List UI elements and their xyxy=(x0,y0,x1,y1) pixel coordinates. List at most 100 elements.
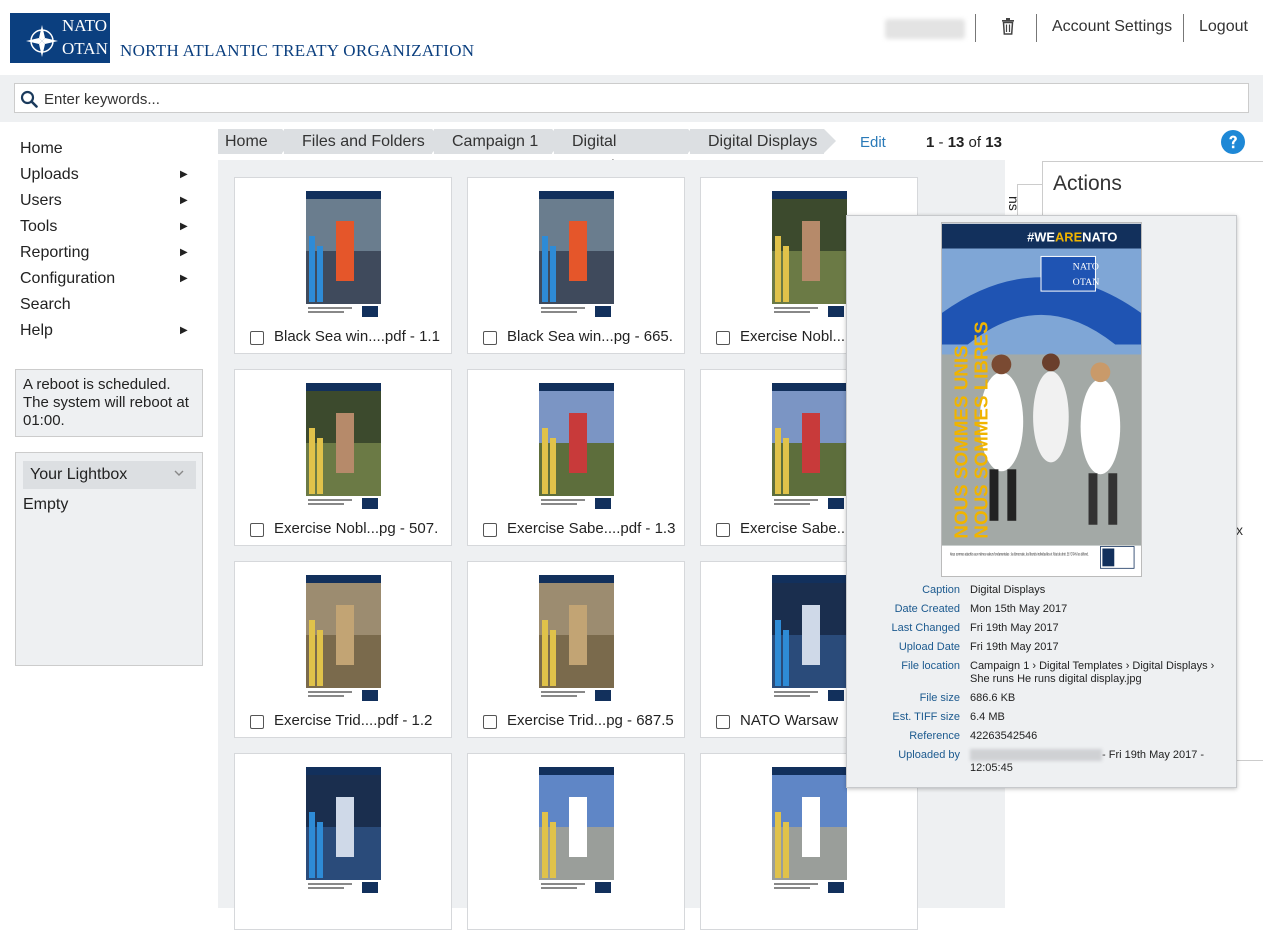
file-tile[interactable]: Black Sea win...pg - 665. xyxy=(467,177,685,354)
nato-logo[interactable]: NATO OTAN xyxy=(10,13,110,63)
thumbnail-shape xyxy=(539,383,614,391)
sidebar-item-reporting[interactable]: Reporting ▶ xyxy=(20,244,200,270)
thumbnail-shape xyxy=(306,383,381,391)
file-name[interactable]: Black Sea win...pg - 665. xyxy=(507,328,683,345)
search-icon[interactable] xyxy=(20,90,38,108)
metadata-key: Est. TIFF size xyxy=(892,711,960,723)
thumbnail-shape xyxy=(336,413,354,473)
file-thumbnail[interactable] xyxy=(772,383,847,513)
trash-icon[interactable] xyxy=(1000,17,1016,35)
thumbnail-shape xyxy=(308,499,352,501)
thumbnail-shape xyxy=(828,882,844,893)
file-name[interactable]: Exercise Sabe....pdf - 1.3 xyxy=(507,520,683,537)
thumbnail-shape xyxy=(595,498,611,509)
preview-body-text: Nous sommes attachés aux mêmes valeurs f… xyxy=(950,551,1089,556)
file-thumbnail[interactable] xyxy=(539,191,614,321)
pager-sep: - xyxy=(938,134,944,151)
file-name[interactable]: Exercise Trid...pg - 687.5 xyxy=(507,712,683,729)
help-icon[interactable] xyxy=(1221,130,1245,154)
thumbnail-shape xyxy=(772,191,847,199)
file-thumbnail[interactable] xyxy=(539,575,614,705)
file-select-checkbox[interactable] xyxy=(716,331,730,345)
file-tile[interactable]: Exercise Trid....pdf - 1.2 xyxy=(234,561,452,738)
file-thumbnail[interactable] xyxy=(772,191,847,321)
file-name[interactable]: Black Sea win....pdf - 1.1 xyxy=(274,328,450,345)
search-input[interactable] xyxy=(44,86,1234,112)
user-name[interactable] xyxy=(885,19,965,39)
file-name[interactable]: Exercise Nobl...pg - 507. xyxy=(274,520,450,537)
metadata-key: Upload Date xyxy=(898,641,960,653)
thumbnail-shape xyxy=(308,883,352,885)
file-tile[interactable]: Exercise Nobl...pg - 507. xyxy=(234,369,452,546)
metadata-value: Fri 19th May 2017 xyxy=(970,641,1059,653)
file-thumbnail[interactable] xyxy=(539,383,614,513)
file-tile[interactable]: Exercise Sabe....pdf - 1.3 xyxy=(467,369,685,546)
preview-slogan-2: NOUS SOMMES LIBRES xyxy=(971,321,992,538)
breadcrumb-item[interactable]: Digital Displays xyxy=(690,129,824,154)
breadcrumb-item[interactable]: Files and Folders xyxy=(284,129,432,154)
submenu-arrow-icon: ▶ xyxy=(180,273,188,284)
thumbnail-shape xyxy=(541,695,577,697)
sidebar-item-label: Configuration xyxy=(20,270,116,287)
metadata-value: Fri 19th May 2017 xyxy=(970,622,1059,634)
thumbnail-shape xyxy=(541,691,585,693)
logout-link[interactable]: Logout xyxy=(1199,18,1248,36)
thumbnail-shape xyxy=(542,428,548,494)
sidebar-item-configuration[interactable]: Configuration ▶ xyxy=(20,270,200,296)
thumbnail-shape xyxy=(362,690,378,701)
file-thumbnail[interactable] xyxy=(306,383,381,513)
uploader-name[interactable] xyxy=(970,749,1102,762)
thumbnail-shape xyxy=(539,767,614,775)
thumbnail-shape xyxy=(802,221,820,281)
thumbnail-shape xyxy=(317,630,323,686)
file-select-checkbox[interactable] xyxy=(716,523,730,537)
file-select-checkbox[interactable] xyxy=(483,523,497,537)
file-thumbnail[interactable] xyxy=(306,191,381,321)
breadcrumb-item[interactable]: Home xyxy=(218,129,282,154)
thumbnail-shape xyxy=(550,246,556,302)
file-thumbnail[interactable] xyxy=(539,767,614,897)
thumbnail-shape xyxy=(783,438,789,494)
thumbnail-shape xyxy=(774,887,810,889)
thumbnail-shape xyxy=(362,498,378,509)
file-select-checkbox[interactable] xyxy=(483,715,497,729)
sidebar-item-tools[interactable]: Tools ▶ xyxy=(20,218,200,244)
sidebar-item-search[interactable]: Search xyxy=(20,296,200,322)
file-thumbnail[interactable] xyxy=(772,767,847,897)
thumbnail-shape xyxy=(317,246,323,302)
sidebar-item-home[interactable]: Home xyxy=(20,140,200,166)
account-settings-link[interactable]: Account Settings xyxy=(1052,18,1172,36)
metadata-value: Mon 15th May 2017 xyxy=(970,603,1068,615)
metadata-value: 686.6 KB xyxy=(970,692,1016,704)
metadata-key: Reference xyxy=(909,730,960,742)
preview-image: #WEARENATO NATO OTAN NOUS SOMMES UNIS NO… xyxy=(941,222,1142,577)
file-thumbnail[interactable] xyxy=(772,575,847,705)
actions-peek-text: x xyxy=(1236,522,1243,538)
thumbnail-shape xyxy=(541,883,585,885)
file-select-checkbox[interactable] xyxy=(250,715,264,729)
breadcrumb-edit-link[interactable]: Edit xyxy=(860,134,886,151)
thumbnail-shape xyxy=(569,221,587,281)
breadcrumb-item[interactable]: Campaign 1 xyxy=(434,129,552,154)
file-tile[interactable]: Black Sea win....pdf - 1.1 xyxy=(234,177,452,354)
thumbnail-shape xyxy=(306,767,381,775)
file-select-checkbox[interactable] xyxy=(716,715,730,729)
file-name[interactable]: Exercise Trid....pdf - 1.2 xyxy=(274,712,450,729)
file-tile[interactable] xyxy=(467,753,685,930)
file-select-checkbox[interactable] xyxy=(250,331,264,345)
sidebar-item-uploads[interactable]: Uploads ▶ xyxy=(20,166,200,192)
file-select-checkbox[interactable] xyxy=(250,523,264,537)
file-select-checkbox[interactable] xyxy=(483,331,497,345)
thumbnail-shape xyxy=(308,307,352,309)
file-tile[interactable] xyxy=(234,753,452,930)
file-tile[interactable]: Exercise Trid...pg - 687.5 xyxy=(467,561,685,738)
breadcrumb-item[interactable]: Digital Templates xyxy=(554,129,688,175)
thumbnail-shape xyxy=(309,812,315,878)
sidebar-item-help[interactable]: Help ▶ xyxy=(20,322,200,348)
file-thumbnail[interactable] xyxy=(306,767,381,897)
sidebar-item-users[interactable]: Users ▶ xyxy=(20,192,200,218)
lightbox-panel: Your Lightbox Empty xyxy=(15,452,203,666)
thumbnail-shape xyxy=(550,630,556,686)
file-thumbnail[interactable] xyxy=(306,575,381,705)
lightbox-dropdown[interactable]: Your Lightbox xyxy=(23,461,196,489)
